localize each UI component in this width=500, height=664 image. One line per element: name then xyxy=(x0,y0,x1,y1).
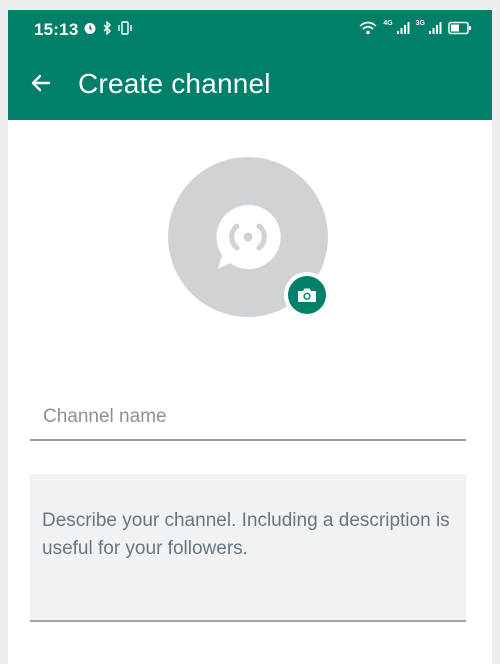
signal-icon-2 xyxy=(429,22,442,34)
camera-button-fill xyxy=(288,276,326,314)
status-left-icons xyxy=(83,21,133,35)
channel-name-input[interactable] xyxy=(30,395,466,441)
page-title: Create channel xyxy=(78,68,271,99)
status-right-icons: 4G 3G xyxy=(359,19,472,35)
screen: 15:13 4G 3G Create channel Channel name … xyxy=(8,10,492,664)
camera-icon xyxy=(298,288,316,302)
description-container xyxy=(30,474,466,622)
status-time: 15:13 xyxy=(34,20,79,39)
change-photo-button[interactable] xyxy=(284,272,330,318)
network-label-4g: 4G xyxy=(383,19,393,27)
wifi-icon xyxy=(359,21,377,35)
network-label-3g: 3G xyxy=(415,19,425,27)
bluetooth-icon xyxy=(103,21,111,35)
back-button[interactable] xyxy=(26,68,56,98)
channel-description-input[interactable] xyxy=(30,474,466,620)
vibrate-icon xyxy=(118,21,132,35)
channel-broadcast-icon xyxy=(216,204,281,269)
battery-icon xyxy=(448,21,471,35)
app-bar: 15:13 4G 3G Create channel xyxy=(8,10,492,120)
alarm-icon xyxy=(84,23,96,34)
arrow-left-icon xyxy=(31,74,51,92)
signal-icon-1 xyxy=(396,22,410,34)
